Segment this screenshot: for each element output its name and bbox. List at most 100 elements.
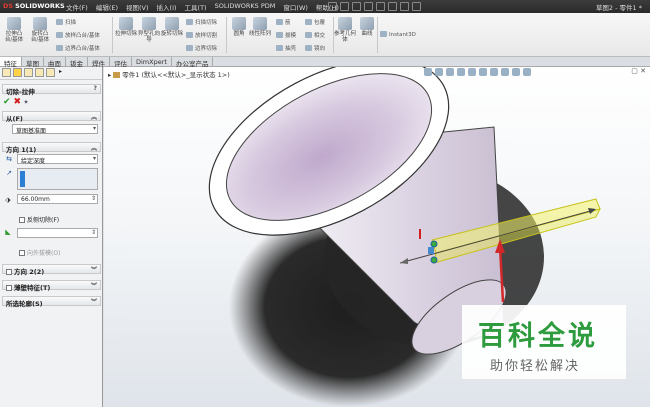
- new-icon[interactable]: [328, 2, 337, 11]
- menu-edit[interactable]: 编辑(E): [96, 2, 118, 12]
- feature-tree-icon[interactable]: [2, 68, 11, 77]
- selection-indicator: [20, 171, 25, 187]
- scene-icon[interactable]: [512, 68, 520, 76]
- menu-tools[interactable]: 工具(T): [185, 2, 207, 12]
- tab-sheet-metal[interactable]: 钣金: [66, 57, 88, 68]
- feature-tree-flyout[interactable]: ▸ 零件1 (默认<<默认>_显示状态 1>): [108, 69, 230, 79]
- tab-sketch[interactable]: 草图: [22, 57, 44, 68]
- cancel-icon[interactable]: ✖: [14, 97, 22, 107]
- shell-button[interactable]: 抽壳: [276, 44, 296, 52]
- instant3d-button[interactable]: Instant3D: [380, 31, 416, 38]
- draft-outward-checkbox[interactable]: 向外拔模(O): [19, 248, 60, 257]
- extrude-boss-button[interactable]: 拉伸凸台/基体: [3, 17, 25, 43]
- direction1-header[interactable]: 方向 1(1) ︽: [2, 142, 101, 154]
- zoom-area-icon[interactable]: [435, 68, 443, 76]
- selected-contours-header[interactable]: 所选轮廓(S) ︾: [2, 296, 101, 308]
- display-style-icon[interactable]: [479, 68, 487, 76]
- chevron-up-icon: ︽: [90, 114, 97, 121]
- menu-file[interactable]: 文件(F): [66, 2, 88, 12]
- ref-geometry-button[interactable]: 参考几何体: [334, 17, 356, 43]
- rib-button[interactable]: 筋: [276, 18, 291, 26]
- flip-side-checkbox[interactable]: 反侧切除(F): [19, 215, 59, 224]
- options-icon[interactable]: [412, 2, 421, 11]
- menu-view[interactable]: 视图(V): [126, 2, 149, 12]
- revolve-boss-button[interactable]: 旋转凸台/基体: [29, 17, 51, 43]
- ok-icon[interactable]: ✔: [3, 97, 11, 107]
- draft-button[interactable]: 拔模: [276, 31, 296, 39]
- view-orientation-icon[interactable]: [468, 68, 476, 76]
- menu-insert[interactable]: 插入(I): [157, 2, 177, 12]
- loft-cut-button[interactable]: 放样切割: [186, 31, 217, 39]
- print-icon[interactable]: [364, 2, 373, 11]
- view-settings-icon[interactable]: [523, 68, 531, 76]
- fillet-button[interactable]: 圆角: [228, 17, 250, 37]
- intersect-button[interactable]: 相交: [305, 31, 325, 39]
- dimxpert-icon[interactable]: [35, 68, 44, 77]
- sketch-profile-handle[interactable]: [428, 247, 434, 254]
- thin-feature-header[interactable]: 薄壁特征(T) ︾: [2, 280, 101, 292]
- boundary-cut-button[interactable]: 边界切除: [186, 44, 217, 52]
- hole-wizard-button[interactable]: 异型孔向导: [138, 17, 160, 43]
- tab-office[interactable]: 办公室产品: [172, 57, 214, 68]
- extrude-cut-button[interactable]: 拉伸切除: [115, 17, 137, 37]
- from-select[interactable]: 草图基准面 ▾: [12, 124, 98, 135]
- zoom-fit-icon[interactable]: [424, 68, 432, 76]
- revolve-cut-button[interactable]: 旋转切除: [161, 17, 183, 37]
- depth-input[interactable]: 66.00mm ⇕: [17, 194, 98, 204]
- help-icon[interactable]: ?: [94, 85, 97, 92]
- spinner-icon[interactable]: ⇕: [91, 229, 96, 236]
- rib-icon: [276, 19, 283, 25]
- draft-toggle-icon[interactable]: ◣: [4, 228, 12, 236]
- draft-angle-input[interactable]: ⇕: [17, 228, 98, 238]
- display-manager-icon[interactable]: [46, 68, 55, 77]
- quick-access-toolbar: [328, 2, 424, 11]
- config-manager-icon[interactable]: [24, 68, 33, 77]
- direction2-header[interactable]: 方向 2(2) ︾: [2, 264, 101, 276]
- viewport-window-controls[interactable]: ▢ ✕: [631, 67, 646, 75]
- wrap-button[interactable]: 包覆: [305, 18, 325, 26]
- spinner-icon[interactable]: ⇕: [91, 195, 96, 202]
- previous-view-icon[interactable]: [446, 68, 454, 76]
- rebuild-icon[interactable]: [400, 2, 409, 11]
- sweep-button[interactable]: 扫描: [56, 18, 76, 26]
- tab-evaluate[interactable]: 评估: [110, 57, 132, 68]
- tab-weldments[interactable]: 焊件: [88, 57, 110, 68]
- part-icon: [113, 72, 121, 78]
- tab-features[interactable]: 特征: [0, 57, 22, 68]
- menu-bar: 文件(F) 编辑(E) 视图(V) 插入(I) 工具(T) SOLIDWORKS…: [66, 2, 347, 12]
- undo-icon[interactable]: [376, 2, 385, 11]
- boundary-boss-button[interactable]: 边界凸台/基体: [56, 44, 100, 52]
- direction-selection-box[interactable]: [17, 168, 98, 190]
- mirror-button[interactable]: 镜向: [305, 44, 325, 52]
- open-icon[interactable]: [340, 2, 349, 11]
- panel-expand-icon[interactable]: ▸: [59, 68, 62, 78]
- solidworks-logo: DS SOLIDWORKS: [3, 2, 65, 10]
- tab-surfaces[interactable]: 曲面: [44, 57, 66, 68]
- extrude-cut-icon: [119, 17, 133, 30]
- ref-geometry-icon: [338, 17, 352, 30]
- chevron-down-icon: ▾: [92, 155, 96, 162]
- menu-window[interactable]: 窗口(W): [283, 2, 308, 12]
- curves-button[interactable]: 曲线: [356, 17, 378, 37]
- tab-dimxpert[interactable]: DimXpert: [132, 57, 172, 66]
- select-icon[interactable]: [388, 2, 397, 11]
- drag-handle[interactable]: [430, 256, 438, 264]
- hide-show-icon[interactable]: [490, 68, 498, 76]
- from-section-header[interactable]: 从(F) ︽: [2, 111, 101, 123]
- menu-pdm[interactable]: SOLIDWORKS PDM: [215, 2, 276, 12]
- property-manager-icon[interactable]: [13, 68, 22, 77]
- shell-icon: [276, 45, 283, 51]
- detailed-preview-icon[interactable]: ⭑: [24, 98, 28, 106]
- section-view-icon[interactable]: [457, 68, 465, 76]
- reverse-direction-icon[interactable]: ⇆: [5, 155, 13, 163]
- drag-handle[interactable]: [430, 240, 438, 248]
- depth-icon: ⬗: [5, 196, 11, 204]
- appearance-icon[interactable]: [501, 68, 509, 76]
- sweep-cut-button[interactable]: 扫描切除: [186, 18, 217, 26]
- loft-boss-button[interactable]: 放样凸台/基体: [56, 31, 100, 39]
- revolve-cut-icon: [165, 17, 179, 30]
- revolve-boss-icon: [33, 17, 47, 30]
- save-icon[interactable]: [352, 2, 361, 11]
- linear-pattern-button[interactable]: 线性阵列: [249, 17, 271, 37]
- end-condition-select[interactable]: 给定深度 ▾: [17, 154, 98, 165]
